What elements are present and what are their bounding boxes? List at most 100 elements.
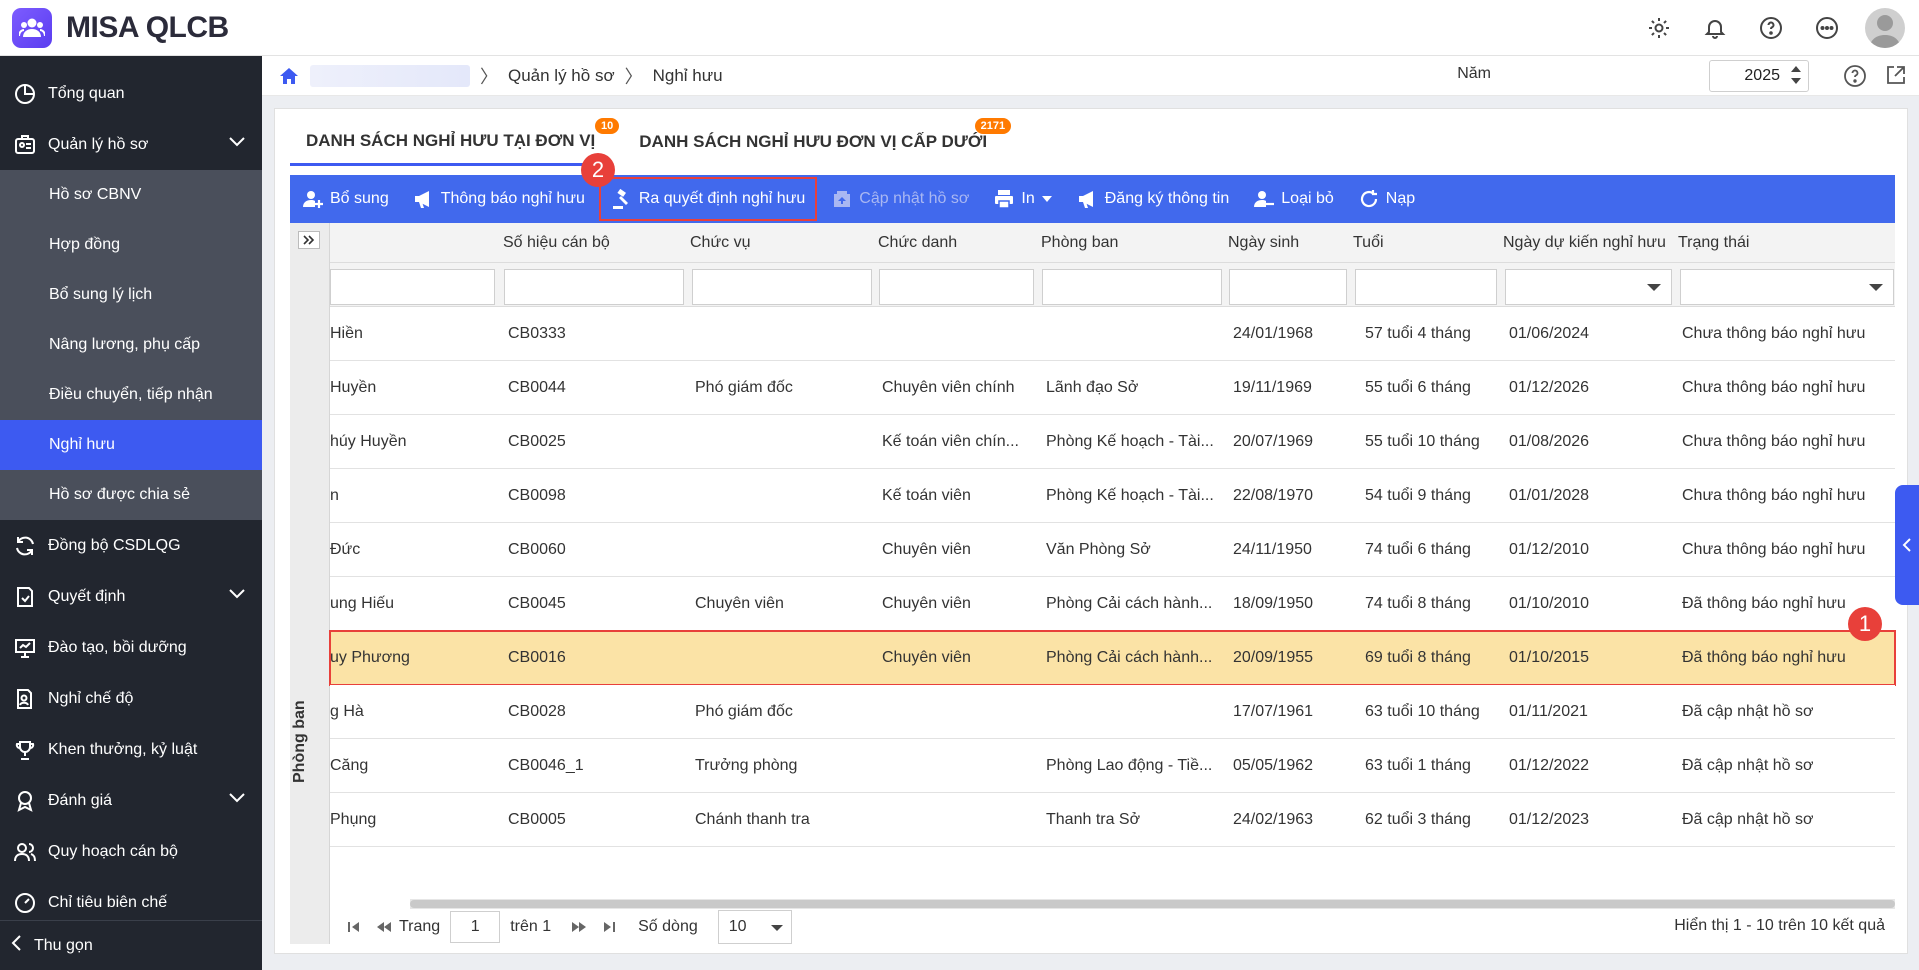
sidebar-subitem[interactable]: Nâng lương, phụ cấp <box>0 320 262 370</box>
breadcrumb-item[interactable]: Quản lý hồ sơ <box>508 66 615 86</box>
rows-per-page-select[interactable]: 10 <box>717 910 792 944</box>
table-row[interactable]: Phụng CB0005 Chánh thanh tra Thanh tra Sở 24… <box>330 793 1895 847</box>
table-row[interactable]: Hiền CB0333 24/01/1968 57 tuổi 4 tháng 01/06… <box>330 307 1895 361</box>
cell-retire: 01/10/2010 <box>1509 595 1590 612</box>
sidebar-item-training[interactable]: Đào tạo, bồi dưỡng <box>0 622 262 673</box>
horizontal-scrollbar[interactable] <box>410 899 1895 909</box>
sidebar-subitem[interactable]: Hồ sơ được chia sẻ <box>0 470 262 520</box>
sidebar-subitem[interactable]: Hợp đồng <box>0 220 262 270</box>
reload-button[interactable]: Nạp <box>1346 175 1427 223</box>
previous-page-icon[interactable] <box>374 920 394 934</box>
side-panel-toggle[interactable] <box>1895 485 1919 605</box>
filter-select-retire-date[interactable] <box>1505 269 1672 305</box>
page-number-input[interactable]: 1 <box>450 911 501 943</box>
register-info-button[interactable]: Đăng ký thông tin <box>1065 175 1242 223</box>
more-options-icon[interactable] <box>1809 10 1845 46</box>
column-header-code[interactable]: Số hiệu cán bộ <box>503 223 610 263</box>
sidebar-item-rewards[interactable]: Khen thưởng, kỷ luật <box>0 724 262 775</box>
sidebar-subitem-retirement[interactable]: Nghỉ hưu <box>0 420 262 470</box>
table-row[interactable]: húy Huyền CB0025 Kế toán viên chín... Phòng… <box>330 415 1895 469</box>
column-header-dob[interactable]: Ngày sinh <box>1228 223 1299 263</box>
app-name: MISA QLCB <box>66 10 229 44</box>
sidebar-item-profile-management[interactable]: Quản lý hồ sơ <box>0 119 262 170</box>
sidebar-item-label: Quy hoạch cán bộ <box>48 842 178 860</box>
cell-code: CB0016 <box>508 649 566 666</box>
update-profile-button[interactable]: Cập nhật hồ sơ <box>819 175 981 223</box>
next-page-icon[interactable] <box>569 920 589 934</box>
filter-input-name[interactable] <box>330 269 495 305</box>
breadcrumb-org-redacted[interactable] <box>310 64 470 87</box>
column-header-title[interactable]: Chức danh <box>878 223 957 263</box>
cell-status: Chưa thông báo nghỉ hưu <box>1682 379 1866 396</box>
button-label: Bổ sung <box>330 190 389 207</box>
tab-retirement-at-unit[interactable]: DANH SÁCH NGHỈ HƯU TẠI ĐƠN VỊ 10 <box>290 118 620 166</box>
cell-name: n <box>330 487 339 504</box>
chevron-down-icon[interactable] <box>228 791 246 809</box>
sidebar-subitem[interactable]: Bổ sung lý lịch <box>0 270 262 320</box>
cell-position: Trưởng phòng <box>695 757 798 774</box>
column-header-retire-date[interactable]: Ngày dự kiến nghỉ hưu <box>1503 223 1666 263</box>
help-icon[interactable] <box>1753 10 1789 46</box>
remove-button[interactable]: Loại bỏ <box>1241 175 1346 223</box>
first-page-icon[interactable] <box>344 920 364 934</box>
cell-dept: Lãnh đạo Sở <box>1046 379 1139 396</box>
group-by-label[interactable]: Phòng ban <box>291 700 309 783</box>
sidebar-item-decisions[interactable]: Quyết định <box>0 571 262 622</box>
chevron-down-icon[interactable] <box>228 135 246 153</box>
sync-icon <box>12 533 38 559</box>
scrollbar-thumb[interactable] <box>410 900 1895 908</box>
filter-select-status[interactable] <box>1680 269 1894 305</box>
cell-dept: Thanh tra Sở <box>1046 811 1141 828</box>
cell-title: Chuyên viên chính <box>882 379 1015 396</box>
filter-input-dob[interactable] <box>1229 269 1347 305</box>
sidebar-item-evaluation[interactable]: Đánh giá <box>0 775 262 826</box>
help-icon[interactable] <box>1843 64 1867 93</box>
retirement-notice-button[interactable]: Thông báo nghỉ hưu <box>401 175 597 223</box>
cell-code: CB0025 <box>508 433 566 450</box>
chevron-down-icon[interactable] <box>228 587 246 605</box>
print-button[interactable]: In <box>981 175 1064 223</box>
year-input[interactable]: 2025 <box>1709 60 1809 92</box>
retirement-decision-button[interactable]: Ra quyết định nghỉ hưu <box>597 175 819 223</box>
table-row-selected[interactable]: uy Phương CB0016 Chuyên viên Phòng Cải cách… <box>329 630 1896 686</box>
expand-panel-icon[interactable] <box>298 231 320 249</box>
table-row[interactable]: Đức CB0060 Chuyên viên Văn Phòng Sở 24/11/19… <box>330 523 1895 577</box>
add-button[interactable]: Bổ sung <box>290 175 401 223</box>
filter-input-age[interactable] <box>1355 269 1497 305</box>
sidebar-item-planning[interactable]: Quy hoạch cán bộ <box>0 826 262 877</box>
table-row[interactable]: g Hà CB0028 Phó giám đốc 17/07/1961 63 tuổi … <box>330 685 1895 739</box>
table-row[interactable]: Huyền CB0044 Phó giám đốc Chuyên viên chính… <box>330 361 1895 415</box>
sidebar-item-leave[interactable]: Nghỉ chế độ <box>0 673 262 724</box>
user-avatar[interactable] <box>1865 8 1905 48</box>
cell-name: Đức <box>330 541 361 558</box>
sidebar-item-overview[interactable]: Tổng quan <box>0 68 262 119</box>
tab-retirement-subordinate[interactable]: DANH SÁCH NGHỈ HƯU ĐƠN VỊ CẤP DƯỚI 2171 <box>623 118 1012 166</box>
notification-bell-icon[interactable] <box>1697 10 1733 46</box>
count-badge: 2171 <box>974 118 1012 134</box>
last-page-icon[interactable] <box>599 920 619 934</box>
filter-input-position[interactable] <box>692 269 872 305</box>
year-spinner[interactable] <box>1790 65 1802 85</box>
sidebar-subitem[interactable]: Điều chuyển, tiếp nhận <box>0 370 262 420</box>
app-logo-icon[interactable] <box>12 7 52 48</box>
column-header-age[interactable]: Tuổi <box>1353 223 1384 263</box>
filter-input-department[interactable] <box>1042 269 1222 305</box>
home-icon[interactable] <box>278 65 300 87</box>
cell-status: Chưa thông báo nghỉ hưu <box>1682 325 1866 342</box>
sidebar-subitem[interactable]: Hồ sơ CBNV <box>0 170 262 220</box>
settings-gear-icon[interactable] <box>1641 10 1677 46</box>
filter-input-code[interactable] <box>504 269 684 305</box>
top-bar: MISA QLCB <box>0 0 1919 56</box>
cell-age: 62 tuổi 3 tháng <box>1365 811 1471 828</box>
column-header-status[interactable]: Trạng thái <box>1678 223 1749 263</box>
sidebar-item-sync[interactable]: Đồng bộ CSDLQG <box>0 520 262 571</box>
filter-input-title[interactable] <box>879 269 1034 305</box>
toolbar: Bổ sung Thông báo nghỉ hưu Ra quyết định… <box>290 175 1895 223</box>
table-row[interactable]: ung Hiếu CB0045 Chuyên viên Chuyên viên Phòn… <box>330 577 1895 631</box>
column-header-department[interactable]: Phòng ban <box>1041 223 1118 263</box>
collapse-sidebar-button[interactable]: Thu gọn <box>0 920 262 970</box>
column-header-position[interactable]: Chức vụ <box>690 223 751 263</box>
table-row[interactable]: Căng CB0046_1 Trưởng phòng Phòng Lao động -… <box>330 739 1895 793</box>
open-new-window-icon[interactable] <box>1885 64 1907 91</box>
table-row[interactable]: n CB0098 Kế toán viên Phòng Kế hoạch - Tài.… <box>330 469 1895 523</box>
